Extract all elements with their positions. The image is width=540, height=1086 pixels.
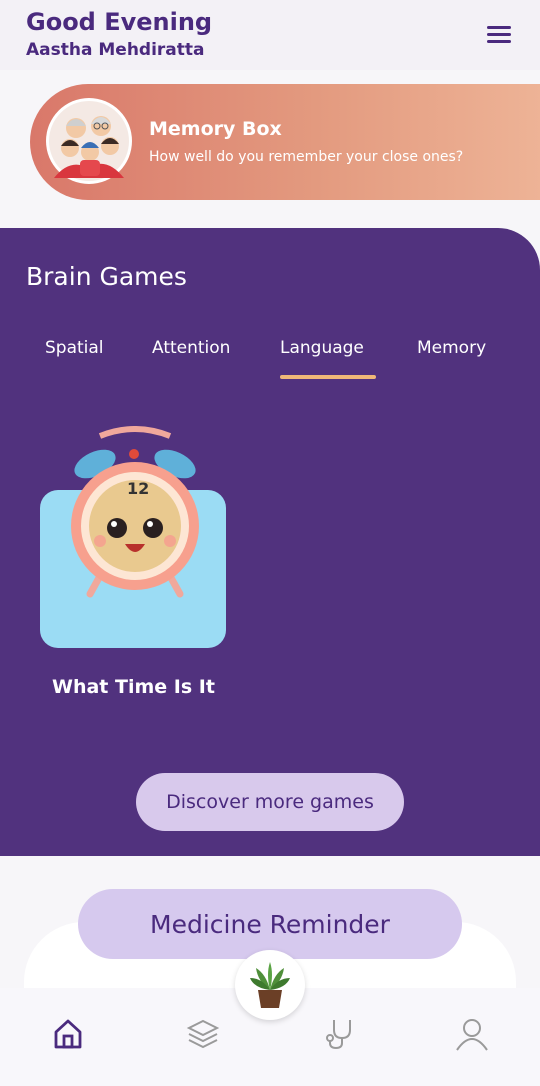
memory-box-card[interactable]: Memory Box How well do you remember your…	[30, 84, 540, 200]
layers-icon[interactable]	[185, 1016, 221, 1052]
home-icon[interactable]	[50, 1016, 86, 1052]
tab-spatial[interactable]: Spatial	[45, 338, 104, 358]
svg-text:12: 12	[127, 479, 149, 498]
plant-icon[interactable]	[235, 950, 305, 1020]
active-tab-indicator	[280, 375, 376, 379]
user-name: Aastha Mehdiratta	[26, 40, 205, 60]
app-header: Good Evening Aastha Mehdiratta	[0, 0, 540, 70]
profile-icon[interactable]	[454, 1016, 490, 1052]
memory-box-subtitle: How well do you remember your close ones…	[149, 149, 464, 165]
memory-box-title: Memory Box	[149, 118, 282, 140]
medicine-reminder-button[interactable]: Medicine Reminder	[78, 889, 462, 959]
tab-attention[interactable]: Attention	[152, 338, 230, 358]
tab-language[interactable]: Language	[280, 338, 364, 358]
tab-memory[interactable]: Memory	[417, 338, 486, 358]
greeting-text: Good Evening	[26, 8, 213, 36]
discover-more-games-button[interactable]: Discover more games	[136, 773, 404, 831]
stethoscope-icon[interactable]	[320, 1016, 356, 1052]
hamburger-menu-icon[interactable]	[484, 22, 514, 46]
alarm-clock-icon[interactable]: 12	[70, 426, 200, 606]
game-label: What Time Is It	[52, 676, 215, 698]
brain-games-panel: Brain Games Spatial Attention Language M…	[0, 228, 540, 856]
brain-games-title: Brain Games	[26, 262, 187, 291]
family-avatar-icon	[46, 98, 132, 184]
